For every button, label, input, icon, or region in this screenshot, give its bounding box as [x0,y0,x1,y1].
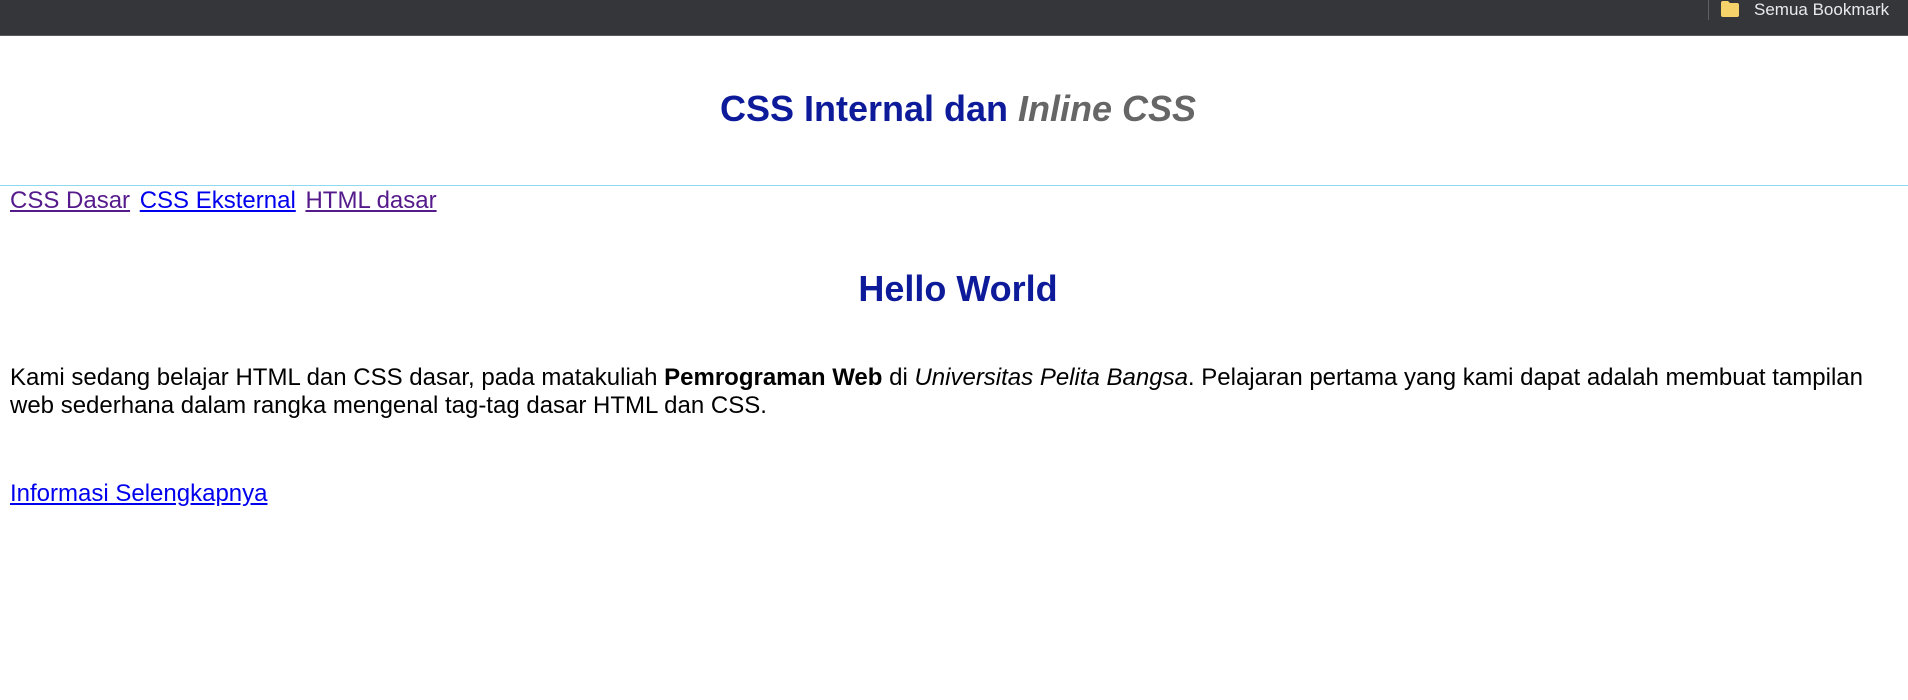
all-bookmarks-label: Semua Bookmark [1754,0,1890,19]
page-title-italic: Inline CSS [1018,88,1197,129]
browser-toolbar: Semua Bookmark [0,0,1908,36]
all-bookmarks-button[interactable]: Semua Bookmark [1720,0,1889,20]
paragraph-text-1: Kami sedang belajar HTML dan CSS dasar, … [10,364,665,391]
more-info-link[interactable]: Informasi Selengkapnya [10,479,267,509]
course-name: Pemrograman Web [664,364,883,391]
page-title-main: CSS Internal dan [719,88,1019,129]
nav-links: CSS Dasar CSS Eksternal HTML dasar [10,186,440,216]
content-heading: Hello World [858,268,1058,309]
page-title: CSS Internal dan Inline CSS [0,88,1908,130]
web-page: CSS Internal dan Inline CSS CSS Dasar CS… [0,36,1908,700]
folder-icon [1721,1,1739,17]
nav-link-html-dasar[interactable]: HTML dasar [305,187,436,214]
nav-link-css-eksternal[interactable]: CSS Eksternal [140,187,296,214]
intro-paragraph: Kami sedang belajar HTML dan CSS dasar, … [10,364,1890,420]
university-name: Universitas Pelita Bangsa [914,364,1188,391]
nav-link-css-dasar[interactable]: CSS Dasar [10,187,130,214]
paragraph-text-2: di [882,364,915,391]
toolbar-divider [1708,0,1709,20]
